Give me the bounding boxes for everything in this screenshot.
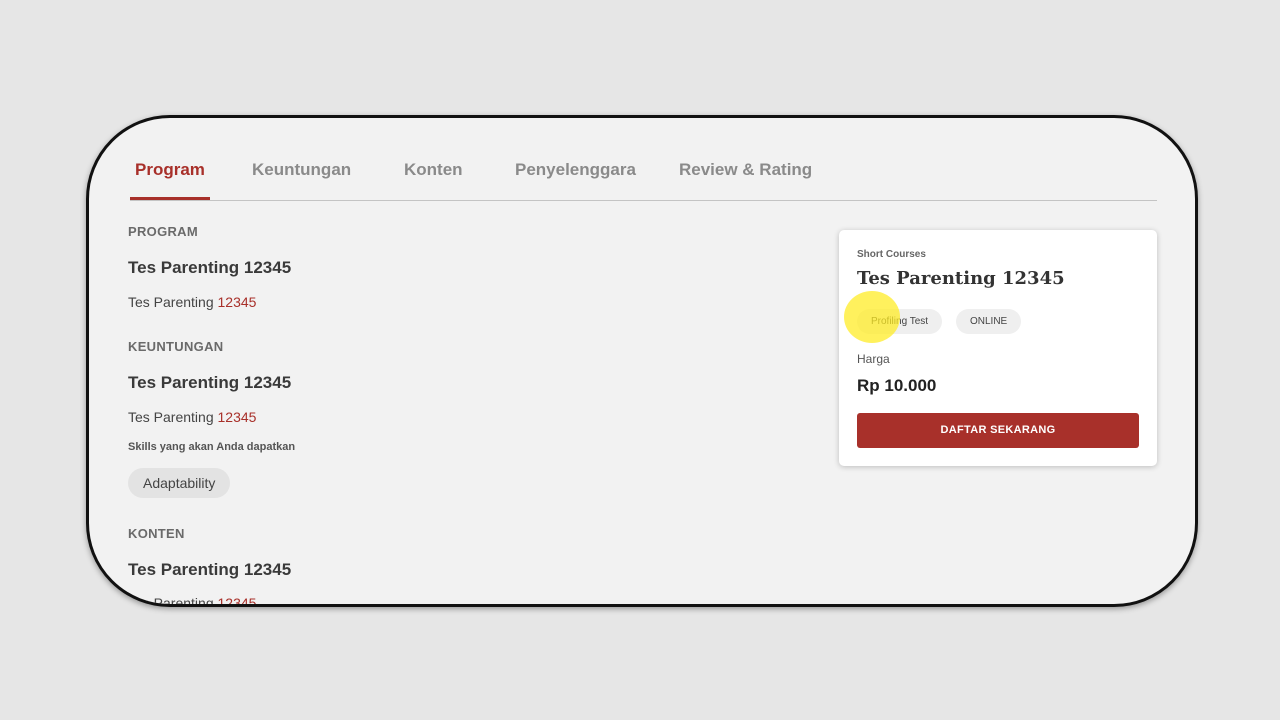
tab-konten[interactable]: Konten [404, 160, 463, 180]
tab-program[interactable]: Program [135, 160, 205, 180]
price-value: Rp 10.000 [857, 376, 937, 395]
section-desc-keuntungan: Tes Parenting 12345 [128, 409, 256, 425]
tab-penyelenggara[interactable]: Penyelenggara [515, 160, 636, 180]
course-category: Short Courses [857, 249, 926, 260]
skills-label: Skills yang akan Anda dapatkan [128, 441, 296, 453]
course-title: Tes Parenting 12345 [857, 268, 1065, 289]
desc-number: 12345 [217, 595, 257, 607]
price-label: Harga [857, 352, 890, 366]
desc-number: 12345 [217, 409, 257, 425]
register-now-button[interactable]: DAFTAR SEKARANG [857, 413, 1139, 448]
chip-profiling-test: Profiling Test [857, 309, 943, 334]
tab-bar: Program Keuntungan Konten Penyelenggara … [130, 118, 1157, 201]
desc-text: Tes Parenting [128, 595, 218, 607]
tab-review-rating[interactable]: Review & Rating [679, 160, 812, 180]
section-title-program: Tes Parenting 12345 [128, 258, 292, 277]
skill-pill-adaptability: Adaptability [128, 468, 231, 498]
section-label-program: PROGRAM [128, 224, 198, 239]
course-summary-card: Short Courses Tes Parenting 12345 Profil… [839, 230, 1157, 466]
active-tab-indicator [130, 197, 210, 200]
tab-keuntungan[interactable]: Keuntungan [252, 160, 351, 180]
section-title-konten: Tes Parenting 12345 [128, 560, 292, 579]
chip-online: ONLINE [956, 309, 1022, 334]
desc-text: Tes Parenting [128, 294, 218, 310]
app-window: Program Keuntungan Konten Penyelenggara … [86, 115, 1198, 607]
section-desc-program: Tes Parenting 12345 [128, 294, 256, 310]
desc-number: 12345 [217, 294, 257, 310]
section-title-keuntungan: Tes Parenting 12345 [128, 373, 292, 392]
section-label-konten: KONTEN [128, 526, 185, 541]
section-desc-konten: Tes Parenting 12345 [128, 595, 257, 607]
section-label-keuntungan: KEUNTUNGAN [128, 339, 224, 354]
desc-text: Tes Parenting [128, 409, 218, 425]
